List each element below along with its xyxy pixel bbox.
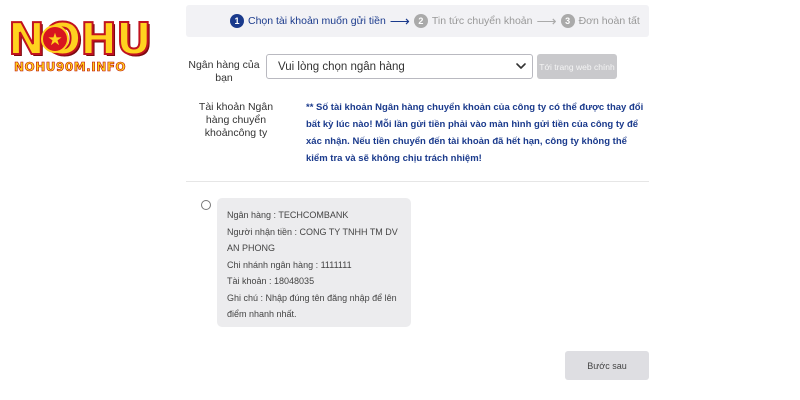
- logo-domain: NOHU90M.INFO: [14, 60, 127, 75]
- step-2: 2 Tin tức chuyển khoản: [413, 14, 533, 28]
- company-account-label: Tài khoản Ngân hàng chuyển khoảncông ty: [198, 101, 274, 139]
- arrow-right-icon: ⟶: [389, 13, 410, 29]
- card-account-number: Tài khoản : 18048035: [227, 276, 315, 286]
- star-icon: ★: [41, 25, 69, 53]
- card-branch: Chi nhánh ngân hàng : 1111111: [227, 259, 352, 270]
- bank-select[interactable]: Vui lòng chọn ngân hàng: [266, 54, 533, 79]
- bank-label: Ngân hàng của bạn: [188, 59, 260, 84]
- card-bank: Ngân hàng : TECHCOMBANK: [227, 210, 349, 220]
- step-3: 3 Đơn hoàn tất: [560, 14, 640, 28]
- deposit-stepper: 1 Chọn tài khoản muốn gửi tiền ⟶ 2 Tin t…: [186, 5, 649, 37]
- step-label: Tin tức chuyển khoản: [431, 15, 533, 27]
- step-number: 3: [560, 14, 575, 28]
- step-label: Đơn hoàn tất: [578, 15, 640, 27]
- arrow-right-icon: ⟶: [536, 13, 557, 29]
- step-number: 1: [230, 14, 244, 28]
- logo-wordmark: NOHU: [7, 14, 153, 65]
- next-step-button[interactable]: Bước sau: [565, 351, 649, 380]
- main-website-button[interactable]: Tới trang web chính: [537, 54, 617, 79]
- company-account-card[interactable]: Ngân hàng : TECHCOMBANK Người nhận tiền …: [217, 198, 411, 327]
- step-number: 2: [413, 14, 428, 28]
- step-1: 1 Chọn tài khoản muốn gửi tiền: [230, 14, 386, 28]
- divider: [186, 181, 649, 182]
- card-note: Ghi chú : Nhập đúng tên đăng nhập để lên…: [227, 292, 397, 320]
- bank-select-value: Vui lòng chọn ngân hàng: [278, 60, 405, 73]
- account-radio[interactable]: [201, 200, 211, 210]
- chevron-down-icon: [516, 63, 526, 69]
- card-recipient: Người nhận tiền : CONG TY TNHH TM DV AN …: [227, 226, 398, 254]
- step-label: Chọn tài khoản muốn gửi tiền: [248, 15, 386, 27]
- nohu-logo[interactable]: NOHU ★ NOHU90M.INFO: [7, 14, 156, 80]
- account-notice: ** Số tài khoản Ngân hàng chuyển khoản c…: [306, 102, 644, 164]
